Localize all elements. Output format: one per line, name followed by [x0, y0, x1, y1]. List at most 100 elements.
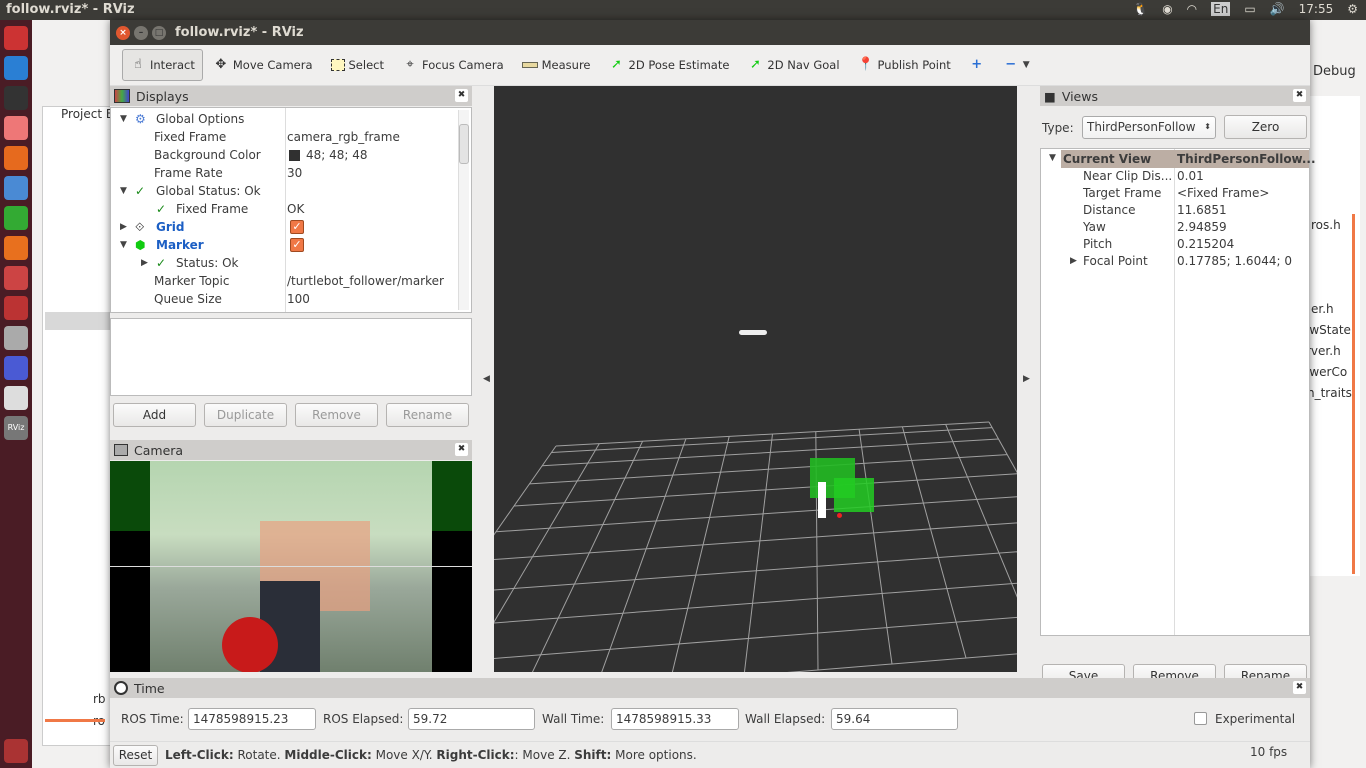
- dash-icon[interactable]: [4, 26, 28, 50]
- row-value[interactable]: 30: [287, 164, 302, 182]
- ros-elapsed-field[interactable]: 59.72: [408, 708, 535, 730]
- maximize-button[interactable]: □: [152, 26, 166, 40]
- software-center-icon[interactable]: [4, 236, 28, 260]
- battery-icon[interactable]: ▭: [1244, 2, 1255, 16]
- tree-row[interactable]: Yaw 2.94859: [1041, 218, 1309, 236]
- rviz-launcher-icon[interactable]: RViz: [4, 416, 28, 440]
- wall-time-field[interactable]: 1478598915.33: [611, 708, 739, 730]
- scrollbar[interactable]: [458, 110, 469, 310]
- files-icon[interactable]: [4, 326, 28, 350]
- row-value[interactable]: 0.01: [1177, 167, 1204, 185]
- debug-menu[interactable]: Debug: [1313, 64, 1356, 79]
- tree-row[interactable]: Marker Topic/turtlebot_follower/marker: [111, 272, 471, 290]
- terminal-icon[interactable]: [4, 86, 28, 110]
- focus-camera-tool[interactable]: ⌖ Focus Camera: [394, 49, 512, 81]
- row-value[interactable]: 0.215204: [1177, 235, 1234, 253]
- tree-row[interactable]: ✓ Fixed Frame OK: [111, 200, 471, 218]
- trash-icon[interactable]: [4, 739, 28, 763]
- move-camera-tool[interactable]: ✥ Move Camera: [205, 49, 321, 81]
- row-value[interactable]: 11.6851: [1177, 201, 1227, 219]
- expand-arrow-icon[interactable]: ▶: [1070, 252, 1077, 270]
- tree-row-global-options[interactable]: ▼ ⚙ Global Options: [111, 110, 471, 128]
- row-value[interactable]: <Fixed Frame>: [1177, 184, 1269, 202]
- collapse-left-icon[interactable]: ◀: [483, 374, 490, 384]
- row-value[interactable]: camera_rgb_frame: [287, 128, 400, 146]
- row-value[interactable]: 100: [287, 290, 310, 308]
- tree-row[interactable]: ▶ ✓ Status: Ok: [111, 254, 471, 272]
- calc-icon[interactable]: [4, 206, 28, 230]
- writer-icon[interactable]: [4, 176, 28, 200]
- tree-row-global-status[interactable]: ▼ ✓ Global Status: Ok: [111, 182, 471, 200]
- keyboard-layout[interactable]: En: [1211, 2, 1231, 16]
- close-window-button[interactable]: ×: [116, 26, 130, 40]
- experimental-checkbox[interactable]: [1194, 712, 1207, 725]
- row-value[interactable]: 0.17785; 1.6044; 0: [1177, 252, 1292, 270]
- file-item[interactable]: er.h: [1311, 302, 1334, 316]
- tree-row[interactable]: ▶ Focal Point 0.17785; 1.6044; 0: [1041, 252, 1309, 270]
- duplicate-button[interactable]: Duplicate: [204, 403, 287, 427]
- rename-button[interactable]: Rename: [386, 403, 469, 427]
- expand-arrow-icon[interactable]: ▶: [141, 254, 148, 272]
- add-tool-button[interactable]: +: [961, 49, 993, 81]
- tree-row[interactable]: Background Color 48; 48; 48: [111, 146, 471, 164]
- tree-row[interactable]: Fixed Frame camera_rgb_frame: [111, 128, 471, 146]
- close-icon[interactable]: ✖: [455, 89, 468, 102]
- close-icon[interactable]: ✖: [1293, 89, 1306, 102]
- tree-row[interactable]: Queue Size 100: [111, 290, 471, 308]
- tux-icon[interactable]: 🐧: [1133, 2, 1148, 16]
- pose-estimate-tool[interactable]: ➚ 2D Pose Estimate: [601, 49, 738, 81]
- eclipse-icon[interactable]: [4, 356, 28, 380]
- file-item[interactable]: ros.h: [1311, 218, 1341, 232]
- remove-button[interactable]: Remove: [295, 403, 378, 427]
- project-explorer-title[interactable]: Project E: [61, 107, 113, 121]
- collapse-right-icon[interactable]: ▶: [1023, 374, 1030, 384]
- firefox-icon[interactable]: [4, 146, 28, 170]
- interact-tool[interactable]: ☝ Interact: [122, 49, 203, 81]
- nav-goal-tool[interactable]: ➚ 2D Nav Goal: [739, 49, 847, 81]
- expand-arrow-icon[interactable]: ▼: [120, 182, 127, 200]
- tree-row[interactable]: Pitch 0.215204: [1041, 235, 1309, 253]
- color-swatch[interactable]: [289, 150, 300, 161]
- volume-icon[interactable]: 🔊: [1270, 2, 1285, 16]
- settings-icon[interactable]: [4, 266, 28, 290]
- expand-arrow-icon[interactable]: ▼: [120, 236, 127, 254]
- tree-row[interactable]: Target Frame <Fixed Frame>: [1041, 184, 1309, 202]
- remove-tool-button[interactable]: − ▼: [995, 49, 1038, 81]
- expand-arrow-icon[interactable]: ▼: [120, 110, 127, 128]
- rviz-title-bar[interactable]: × – □ follow.rviz* - RViz: [110, 20, 1310, 45]
- row-value[interactable]: /turtlebot_follower/marker: [287, 272, 444, 290]
- expand-arrow-icon[interactable]: ▶: [120, 218, 127, 236]
- row-value[interactable]: 2.94859: [1177, 218, 1227, 236]
- file-item[interactable]: rver.h: [1306, 344, 1341, 358]
- close-icon[interactable]: ✖: [1293, 681, 1306, 694]
- wifi-icon[interactable]: ◠: [1187, 2, 1197, 16]
- teamviewer-icon[interactable]: ◉: [1162, 2, 1172, 16]
- minimize-button[interactable]: –: [134, 26, 148, 40]
- tree-row-grid[interactable]: ▶ ⟐ Grid ✓: [111, 218, 471, 236]
- power-gear-icon[interactable]: ⚙: [1347, 2, 1358, 16]
- row-value[interactable]: 48; 48; 48: [306, 146, 368, 164]
- tree-item[interactable]: rb: [93, 692, 106, 706]
- zero-button[interactable]: Zero: [1224, 115, 1307, 139]
- teamviewer-launcher-icon[interactable]: [4, 56, 28, 80]
- ros-time-field[interactable]: 1478598915.23: [188, 708, 316, 730]
- tree-row[interactable]: Frame Rate 30: [111, 164, 471, 182]
- app-icon[interactable]: [4, 296, 28, 320]
- view-type-select[interactable]: ThirdPersonFollow ⬍: [1082, 116, 1216, 139]
- tree-row-marker[interactable]: ▼ ⬢ Marker ✓: [111, 236, 471, 254]
- current-view-row[interactable]: Current View ThirdPersonFollow...: [1061, 150, 1316, 168]
- file-item[interactable]: h_traits: [1307, 386, 1352, 400]
- scrollbar-thumb[interactable]: [459, 124, 469, 164]
- editor-icon[interactable]: [4, 386, 28, 410]
- marker-checkbox[interactable]: ✓: [290, 238, 304, 252]
- render-3d-view[interactable]: [373, 86, 1115, 707]
- reset-button[interactable]: Reset: [113, 745, 158, 766]
- select-tool[interactable]: Select: [323, 49, 392, 81]
- measure-tool[interactable]: Measure: [514, 49, 599, 81]
- clock[interactable]: 17:55: [1299, 2, 1334, 16]
- impress-icon[interactable]: [4, 116, 28, 140]
- add-display-button[interactable]: Add: [113, 403, 196, 427]
- tree-row[interactable]: Near Clip Dis... 0.01: [1041, 167, 1309, 185]
- close-icon[interactable]: ✖: [455, 443, 468, 456]
- wall-elapsed-field[interactable]: 59.64: [831, 708, 958, 730]
